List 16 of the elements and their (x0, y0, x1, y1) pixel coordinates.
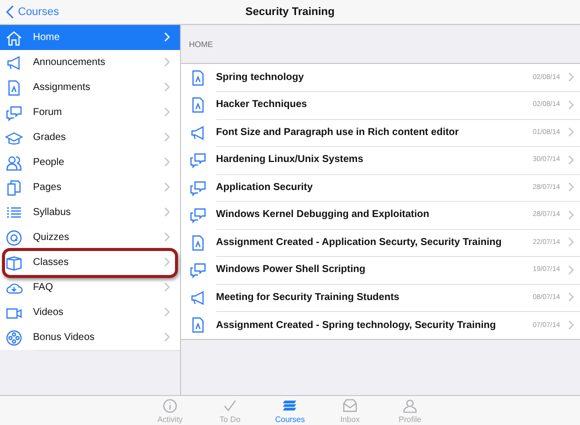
sidebar-item[interactable]: Pages (0, 175, 180, 200)
sidebar-item[interactable]: Forum (0, 100, 180, 125)
sidebar-item[interactable]: Grades (0, 125, 180, 150)
sidebar-item[interactable]: People (0, 150, 180, 175)
tab[interactable]: Courses (260, 396, 320, 425)
sidebar-item[interactable]: Syllabus (0, 200, 180, 225)
sidebar-item[interactable]: Home (0, 25, 180, 50)
sidebar-item[interactable]: Announcements (0, 50, 180, 75)
sidebar-item[interactable]: Quizzes (0, 225, 180, 250)
nav-title: Security Training (245, 6, 335, 18)
sidebar-item[interactable]: Assignments (0, 75, 180, 100)
sidebar-item[interactable]: Videos (0, 300, 180, 325)
sidebar-item[interactable]: Classes (0, 250, 180, 275)
back-button[interactable]: Courses (0, 4, 65, 20)
sidebar-item[interactable]: Bonus Videos (0, 325, 180, 350)
section-header: HOME (189, 40, 213, 48)
